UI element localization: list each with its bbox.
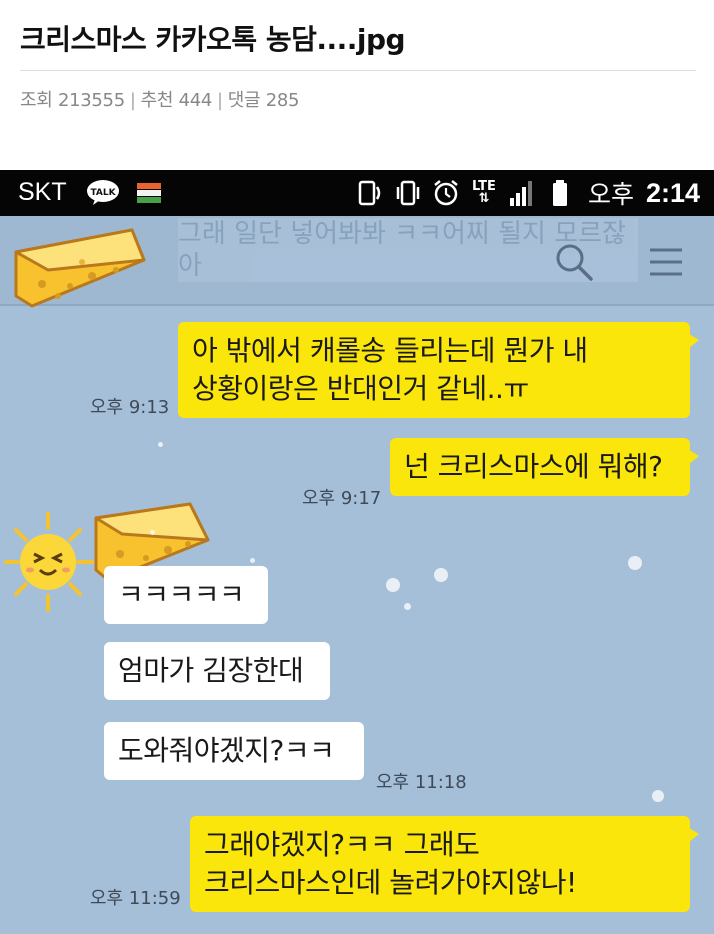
message-bubble-mine[interactable]: 아 밖에서 캐롤송 들리는데 뭔가 내 상황이랑은 반대인거 같네..ㅠ <box>178 322 699 418</box>
lte-indicator: LTE ⇅ <box>470 180 498 206</box>
message-line: 도와줘야겠지?ㅋㅋ <box>118 734 335 767</box>
battery-icon <box>552 180 567 206</box>
post-title: 크리스마스 카카오톡 농담....jpg <box>20 23 406 56</box>
alarm-icon <box>434 180 458 206</box>
message-time: 오후 11:59 <box>90 888 181 909</box>
message-time: 오후 11:18 <box>376 772 467 793</box>
post-meta: 조회 213555 | 추천 444 | 댓글 285 <box>20 86 300 112</box>
cheese-emoticon <box>14 228 146 308</box>
notification-flag-icon <box>137 183 161 203</box>
snow-dot <box>150 530 155 535</box>
message-line: 넌 크리스마스에 뭐해? <box>404 450 663 483</box>
vibrate-icon <box>396 180 420 206</box>
data-arrows-icon: ⇅ <box>478 191 490 206</box>
snow-dot <box>386 578 400 592</box>
phone-screenshot: SKT TALK LTE ⇅ 오후 2:14 그래 일단 넣어봐봐 ㅋㅋ어찌 될… <box>0 170 714 934</box>
search-icon[interactable] <box>554 242 594 282</box>
kakaotalk-icon: TALK <box>87 180 119 205</box>
snow-dot <box>434 568 448 582</box>
message-line: 아 밖에서 캐롤송 들리는데 뭔가 내 <box>192 334 588 367</box>
clock-time: 2:14 <box>645 177 700 208</box>
comment-count: 댓글 285 <box>227 90 300 111</box>
message-bubble-mine[interactable]: 그래야겠지?ㅋㅋ 그래도 크리스마스인데 놀려가야지않나! <box>190 816 699 912</box>
meta-separator: | <box>217 90 223 111</box>
signal-icon <box>509 181 532 206</box>
message-line: 그래야겠지?ㅋㅋ 그래도 <box>204 828 480 861</box>
nfc-icon <box>358 180 381 206</box>
message-line: 크리스마스인데 놀려가야지않나! <box>204 866 577 899</box>
sun-emoticon <box>4 512 94 612</box>
meta-separator: | <box>129 90 136 111</box>
status-bar: SKT TALK LTE ⇅ 오후 2:14 <box>0 170 714 216</box>
recommend-count: 추천 444 <box>140 90 213 111</box>
view-count: 조회 213555 <box>20 90 125 111</box>
snow-dot <box>250 558 255 563</box>
talk-badge-text: TALK <box>90 188 116 198</box>
message-line: 상황이랑은 반대인거 같네..ㅠ <box>192 372 529 405</box>
snow-dot <box>652 790 664 802</box>
message-bubble-theirs[interactable]: 엄마가 김장한대 <box>104 642 330 700</box>
message-bubble-theirs[interactable]: ㅋㅋㅋㅋㅋ <box>104 566 268 624</box>
message-line: 엄마가 김장한대 <box>118 654 304 687</box>
snow-dot <box>404 603 411 610</box>
status-icons: LTE ⇅ 오후 2:14 <box>356 176 700 210</box>
message-time: 오후 9:17 <box>302 488 382 509</box>
message-line: ㅋㅋㅋㅋㅋ <box>118 578 245 611</box>
title-divider <box>20 70 696 71</box>
carrier-label: SKT <box>18 178 67 206</box>
message-bubble-theirs[interactable]: 도와줘야겠지?ㅋㅋ <box>104 722 364 780</box>
clock-ampm: 오후 <box>587 180 634 209</box>
message-bubble-mine[interactable]: 넌 크리스마스에 뭐해? <box>390 438 699 496</box>
message-time: 오후 9:13 <box>90 397 170 418</box>
menu-icon[interactable] <box>648 246 684 278</box>
snow-dot <box>158 442 163 447</box>
snow-dot <box>628 556 642 570</box>
